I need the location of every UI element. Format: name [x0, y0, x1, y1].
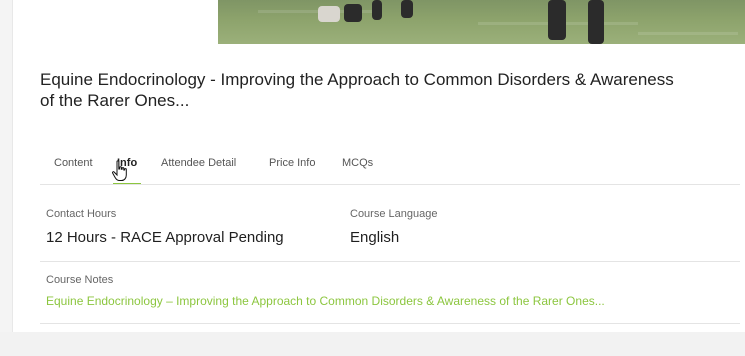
tab-price-info[interactable]: Price Info — [269, 152, 315, 184]
info-divider — [40, 261, 740, 262]
hand-pointer-icon — [111, 160, 127, 181]
tab-mcqs[interactable]: MCQs — [342, 152, 373, 184]
course-notes-link[interactable]: Equine Endocrinology – Improving the App… — [46, 294, 740, 308]
notes-divider — [40, 323, 740, 324]
tabs-divider — [40, 184, 740, 185]
contact-hours-value: 12 Hours - RACE Approval Pending — [46, 229, 284, 246]
course-language-value: English — [350, 229, 400, 246]
tab-price-info-label: Price Info — [269, 157, 316, 169]
course-tabs: Content Info Attendee Detail Price Info … — [40, 152, 740, 185]
tab-attendee-detail-label: Attendee Detail — [161, 157, 237, 169]
horse-photo — [218, 0, 745, 44]
page-footer-band — [0, 332, 745, 356]
tab-mcqs-label: MCQs — [342, 157, 374, 169]
tab-attendee-detail[interactable]: Attendee Detail — [161, 152, 236, 184]
tab-content[interactable]: Content — [54, 152, 93, 184]
tab-content-label: Content — [54, 157, 93, 169]
contact-hours-label: Contact Hours — [46, 208, 117, 220]
course-banner-image — [40, 0, 745, 44]
course-language-label: Course Language — [350, 208, 438, 220]
course-title: Equine Endocrinology - Improving the App… — [40, 70, 674, 110]
left-gutter — [0, 0, 13, 356]
banner-white-area — [40, 0, 218, 44]
course-notes-label: Course Notes — [46, 274, 114, 286]
